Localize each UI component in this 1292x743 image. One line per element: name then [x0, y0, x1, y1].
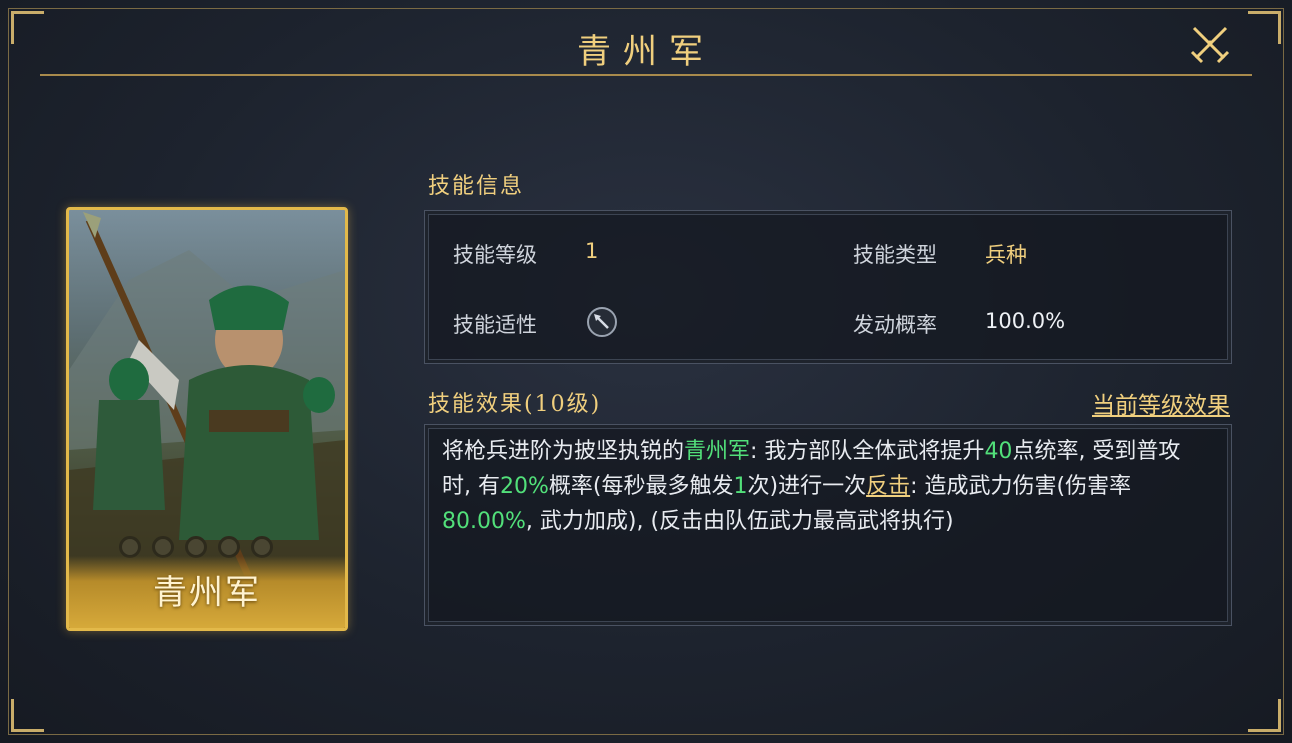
current-level-effect-link[interactable]: 当前等级效果 — [1092, 386, 1230, 420]
star-slot-icon — [185, 536, 207, 558]
description-text: , 武力加成), (反击由队伍武力最高武将执行) — [525, 509, 954, 534]
trigger-rate-value: 100.0% — [985, 309, 1066, 333]
skill-info-heading: 技能信息 — [428, 174, 525, 199]
highlight-value: 20% — [500, 474, 549, 499]
star-rating — [119, 536, 273, 558]
highlight-value: 1 — [733, 474, 748, 499]
skill-type-value: 兵种 — [985, 243, 1027, 267]
frame-corner — [1248, 699, 1281, 732]
description-text: 将枪兵进阶为披坚执锐的 — [442, 439, 685, 464]
trigger-rate-label: 发动概率 — [853, 313, 937, 337]
keyword-link[interactable]: 反击 — [866, 474, 910, 499]
troop-card: 青州军 — [66, 207, 348, 631]
skill-effect-heading: 技能效果(10级) — [428, 392, 602, 417]
skill-level-label: 技能等级 — [453, 243, 537, 267]
highlight-value: 40 — [984, 439, 1013, 464]
card-name: 青州军 — [153, 573, 261, 613]
spear-glyph-icon — [594, 314, 609, 329]
title-bar: 青州军 — [40, 12, 1252, 76]
description-text: : 造成武力伤害(伤害率 — [910, 474, 1132, 499]
star-slot-icon — [251, 536, 273, 558]
skill-aptitude-label: 技能适性 — [453, 313, 537, 337]
close-button[interactable] — [1188, 22, 1232, 66]
star-slot-icon — [218, 536, 240, 558]
description-text: : 我方部队全体武将提升 — [750, 439, 985, 464]
skill-info-panel: 技能等级 1 技能类型 兵种 技能适性 发动概率 100.0% — [424, 210, 1232, 364]
crossed-swords-close-icon — [1190, 26, 1230, 64]
skill-type-label: 技能类型 — [853, 243, 937, 267]
description-text: 概率(每秒最多触发 — [548, 474, 734, 499]
highlight-value: 80.00% — [442, 509, 526, 534]
star-slot-icon — [152, 536, 174, 558]
highlight-value: 青州军 — [684, 439, 751, 464]
star-slot-icon — [119, 536, 141, 558]
skill-level-value: 1 — [585, 239, 599, 263]
spear-icon[interactable] — [587, 307, 617, 337]
frame-corner — [1248, 11, 1281, 44]
page-title: 青州军 — [577, 32, 715, 72]
description-text: 次)进行一次 — [747, 474, 867, 499]
skill-effect-description: 将枪兵进阶为披坚执锐的青州军: 我方部队全体武将提升40点统率, 受到普攻时, … — [442, 434, 1202, 539]
frame-corner — [11, 699, 44, 732]
